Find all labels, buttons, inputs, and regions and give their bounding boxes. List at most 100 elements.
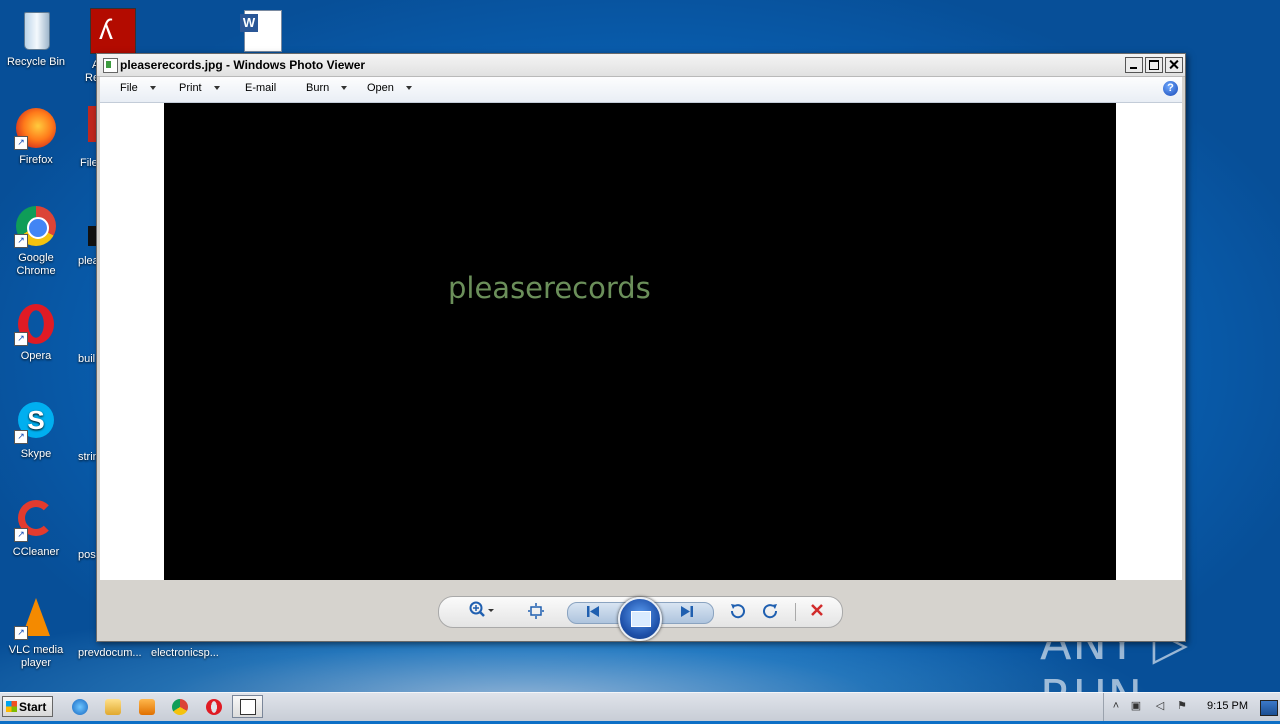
control-bar xyxy=(97,580,1185,641)
next-icon xyxy=(681,606,693,617)
menu-print[interactable]: Print xyxy=(179,82,220,94)
menu-open-label: Open xyxy=(367,82,394,94)
desktop-icon-chrome[interactable]: ↗ Google Chrome xyxy=(1,204,71,278)
desktop-icon-label: Skype xyxy=(20,448,52,460)
toolbar-separator xyxy=(795,603,796,621)
desktop-icon-label: VLC media player xyxy=(8,644,64,669)
desktop-icon-label: CCleaner xyxy=(12,546,60,558)
photo-viewer-taskbar-button[interactable] xyxy=(232,695,263,718)
menu-email-label: E-mail xyxy=(245,82,277,94)
menu-print-label: Print xyxy=(179,82,202,94)
menu-burn[interactable]: Burn xyxy=(306,82,348,94)
desktop-icon-word-doc[interactable]: W xyxy=(240,8,284,52)
firefox-icon: ↗ xyxy=(14,106,58,150)
volume-icon[interactable]: ◁ xyxy=(1154,700,1166,712)
desktop-icon-label: Firefox xyxy=(19,154,53,166)
minimize-button[interactable] xyxy=(1125,57,1143,73)
menu-bar: File Print E-mail Burn Open ? xyxy=(100,77,1182,103)
acrobat-icon: ʎ xyxy=(99,14,113,45)
zoom-button[interactable] xyxy=(467,601,497,625)
start-button[interactable]: Start xyxy=(2,696,53,717)
shortcut-arrow-icon: ↗ xyxy=(14,136,28,150)
clock[interactable]: 9:15 PM xyxy=(1207,700,1248,712)
image-text: pleaserecords xyxy=(448,271,651,305)
menu-file-label: File xyxy=(120,82,138,94)
desktop-icon-label: Opera xyxy=(20,350,52,362)
desktop-icon-skype[interactable]: S ↗ Skype xyxy=(1,400,71,461)
show-desktop-button[interactable] xyxy=(1260,700,1278,716)
close-button[interactable] xyxy=(1165,57,1183,73)
previous-icon xyxy=(587,606,599,617)
title-bar[interactable]: pleaserecords.jpg - Windows Photo Viewer xyxy=(97,54,1185,77)
navigation-group xyxy=(567,597,714,641)
chevron-down-icon xyxy=(213,86,220,91)
explorer-icon[interactable] xyxy=(105,699,121,715)
delete-button[interactable] xyxy=(807,602,827,624)
menu-burn-label: Burn xyxy=(306,82,330,94)
window-title: pleaserecords.jpg - Windows Photo Viewer xyxy=(120,58,366,72)
shortcut-arrow-icon: ↗ xyxy=(14,528,28,542)
desktop-icon-firefox[interactable]: ↗ Firefox xyxy=(1,106,71,167)
desktop-icon-label: Google Chrome xyxy=(16,252,56,277)
rotate-clockwise-button[interactable] xyxy=(761,602,781,626)
maximize-button[interactable] xyxy=(1145,57,1163,73)
menu-file[interactable]: File xyxy=(120,82,156,94)
desktop-icon-label: Recycle Bin xyxy=(6,56,66,68)
chrome-icon: ↗ xyxy=(14,204,58,248)
rotate-clockwise-icon xyxy=(763,604,778,619)
slideshow-button[interactable] xyxy=(618,597,662,641)
internet-explorer-icon[interactable] xyxy=(72,699,88,715)
shortcut-arrow-icon: ↗ xyxy=(14,332,28,346)
photo-viewer-icon xyxy=(240,699,256,715)
menu-open[interactable]: Open xyxy=(367,82,412,94)
shortcut-arrow-icon: ↗ xyxy=(14,234,28,248)
desktop-icon-ccleaner[interactable]: ↗ CCleaner xyxy=(1,498,71,559)
rotate-counterclockwise-button[interactable] xyxy=(727,602,747,626)
skype-icon: S ↗ xyxy=(14,400,58,444)
control-pill xyxy=(438,596,843,641)
start-label: Start xyxy=(19,700,47,714)
menu-email[interactable]: E-mail xyxy=(245,82,276,94)
chevron-down-icon xyxy=(149,86,156,91)
photo-viewer-window: pleaserecords.jpg - Windows Photo Viewer… xyxy=(96,53,1186,642)
taskbar: Start ˄ ▣ ◁ ⚑ 9:15 PM xyxy=(0,692,1280,721)
chevron-down-icon xyxy=(341,86,348,91)
vlc-icon: ↗ xyxy=(14,596,58,640)
show-hidden-icons-icon[interactable]: ˄ xyxy=(1110,700,1122,712)
desktop-icon-label-prevdocument[interactable]: prevdocum... xyxy=(78,647,142,659)
partial-label: pos xyxy=(78,549,96,561)
desktop-icon-acrobat[interactable]: ʎ xyxy=(90,8,136,54)
system-tray: ˄ ▣ ◁ ⚑ 9:15 PM xyxy=(1103,693,1280,721)
help-icon[interactable]: ? xyxy=(1163,81,1178,96)
desktop-icon-opera[interactable]: ↗ Opera xyxy=(1,302,71,363)
shortcut-arrow-icon: ↗ xyxy=(14,430,28,444)
desktop-icon-label-electronicsp[interactable]: electronicsp... xyxy=(151,647,219,659)
partial-label: buil xyxy=(78,353,96,365)
chevron-down-icon xyxy=(405,86,412,91)
ccleaner-icon: ↗ xyxy=(14,498,58,542)
previous-button[interactable] xyxy=(582,603,604,625)
slideshow-icon xyxy=(631,611,651,627)
windows-logo-icon xyxy=(6,701,17,712)
delete-icon xyxy=(811,604,823,616)
desktop-icon-file[interactable] xyxy=(88,106,96,142)
fit-window-icon xyxy=(528,603,544,619)
opera-icon: ↗ xyxy=(14,302,58,346)
photo-viewer-app-icon xyxy=(103,58,118,73)
recycle-bin-icon xyxy=(14,8,58,52)
desktop-icon-plea[interactable] xyxy=(88,226,96,246)
fit-window-button[interactable] xyxy=(525,602,547,626)
media-player-icon[interactable] xyxy=(139,699,155,715)
image-viewer-area: pleaserecords xyxy=(100,103,1182,580)
network-icon[interactable]: ▣ xyxy=(1130,700,1142,712)
shortcut-arrow-icon: ↗ xyxy=(14,626,28,640)
zoom-icon xyxy=(469,601,494,617)
opera-icon[interactable] xyxy=(206,699,222,715)
displayed-image: pleaserecords xyxy=(164,103,1116,580)
next-button[interactable] xyxy=(676,603,698,625)
action-center-flag-icon[interactable]: ⚑ xyxy=(1176,700,1188,712)
desktop-icon-vlc[interactable]: ↗ VLC media player xyxy=(1,596,71,670)
rotate-counterclockwise-icon xyxy=(730,604,745,619)
desktop-icon-recycle-bin[interactable]: Recycle Bin xyxy=(1,8,71,69)
chrome-icon[interactable] xyxy=(172,699,188,715)
